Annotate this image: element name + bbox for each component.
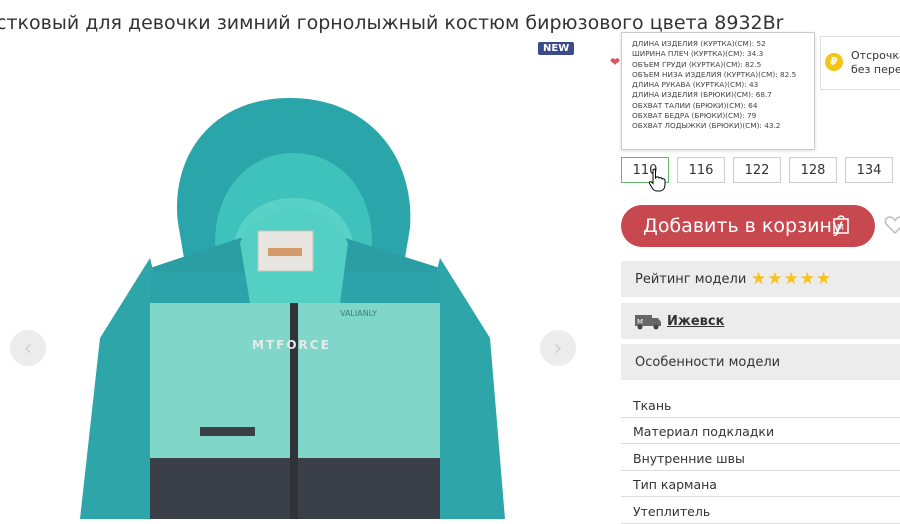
tooltip-line: ОБЪЕМ НИЗА ИЗДЕЛИЯ (КУРТКА)(СМ): 82.5 bbox=[632, 69, 797, 79]
installment-banner[interactable]: ₽ Отсрочка без перег bbox=[820, 36, 900, 90]
tooltip-line: ОБХВАТ ЛОДЫЖКИ (БРЮКИ)(СМ): 43.2 bbox=[632, 121, 781, 131]
gallery-next-button[interactable]: › bbox=[540, 330, 576, 366]
spec-row: Ткань bbox=[621, 392, 900, 418]
size-option-134[interactable]: 134 bbox=[845, 157, 893, 183]
size-option-116[interactable]: 116 bbox=[677, 157, 725, 183]
svg-text:M: M bbox=[637, 318, 643, 326]
installment-line2: без перег bbox=[851, 63, 900, 76]
svg-text:VALIANLY: VALIANLY bbox=[340, 309, 377, 318]
spec-row: Внутренние швы bbox=[621, 445, 900, 471]
spec-label: Ткань bbox=[633, 398, 672, 413]
installment-line1: Отсрочка bbox=[851, 49, 900, 62]
spec-label: Материал подкладки bbox=[633, 424, 775, 439]
tooltip-line: ОБХВАТ БЕДРА (БРЮКИ)(СМ): 79 bbox=[632, 111, 757, 121]
hand-cursor-icon bbox=[648, 168, 666, 192]
add-to-cart-button[interactable]: Добавить в корзину M bbox=[621, 205, 875, 247]
tooltip-line: ШИРИНА ПЛЕЧ (КУРТКА)(СМ): 34.3 bbox=[632, 49, 764, 59]
gallery-prev-button[interactable]: ‹ bbox=[10, 330, 46, 366]
size-tooltip: ДЛИНА ИЗДЕЛИЯ (КУРТКА)(СМ): 52 ШИРИНА ПЛ… bbox=[621, 32, 815, 150]
spec-row: Тип кармана bbox=[621, 471, 900, 497]
city-link[interactable]: Ижевск bbox=[667, 314, 724, 329]
delivery-truck-icon: M bbox=[635, 315, 661, 330]
product-image: VALIANLY bbox=[80, 98, 505, 519]
heart-ribbon-icon: ❤ bbox=[610, 55, 621, 69]
tooltip-line: ДЛИНА РУКАВА (КУРТКА)(СМ): 43 bbox=[632, 80, 759, 90]
shopping-bag-icon: M bbox=[833, 215, 849, 234]
rating-label: Рейтинг модели bbox=[635, 272, 747, 287]
rating-stars: ★★★★★ bbox=[751, 269, 833, 289]
add-to-cart-label: Добавить в корзину bbox=[643, 215, 844, 237]
tooltip-line: ДЛИНА ИЗДЕЛИЯ (КУРТКА)(СМ): 52 bbox=[632, 39, 766, 48]
size-option-122[interactable]: 122 bbox=[733, 157, 781, 183]
city-row[interactable]: M Ижевск bbox=[621, 303, 900, 339]
watermark: MTFORCE bbox=[252, 338, 331, 352]
product-gallery: VALIANLY MTFORCE ‹ › bbox=[0, 58, 600, 519]
spec-row: Материал подкладки bbox=[621, 418, 900, 444]
features-label: Особенности модели bbox=[635, 355, 781, 370]
spec-label: Утеплитель bbox=[633, 504, 711, 519]
rating-row: Рейтинг модели ★★★★★ bbox=[621, 261, 900, 297]
tooltip-line: ОБЪЕМ ГРУДИ (КУРТКА)(СМ): 82.5 bbox=[632, 59, 762, 69]
spec-label: Тип кармана bbox=[633, 477, 717, 492]
tooltip-line: ДЛИНА ИЗДЕЛИЯ (БРЮКИ)(СМ): 68.7 bbox=[632, 90, 772, 100]
wishlist-heart-icon[interactable] bbox=[884, 214, 900, 236]
coin-icon: ₽ bbox=[825, 53, 843, 71]
chevron-left-icon: ‹ bbox=[23, 335, 33, 361]
spec-label: Внутренние швы bbox=[633, 451, 745, 466]
features-row[interactable]: Особенности модели bbox=[621, 344, 900, 380]
size-option-128[interactable]: 128 bbox=[789, 157, 837, 183]
product-title: стковый для девочки зимний горнолыжный к… bbox=[0, 12, 784, 34]
chevron-right-icon: › bbox=[553, 335, 563, 361]
tooltip-line: ОБХВАТ ТАЛИИ (БРЮКИ)(СМ): 64 bbox=[632, 100, 758, 110]
new-badge: NEW bbox=[538, 42, 575, 55]
spec-row: Утеплитель bbox=[621, 498, 900, 524]
svg-text:M: M bbox=[837, 223, 844, 232]
